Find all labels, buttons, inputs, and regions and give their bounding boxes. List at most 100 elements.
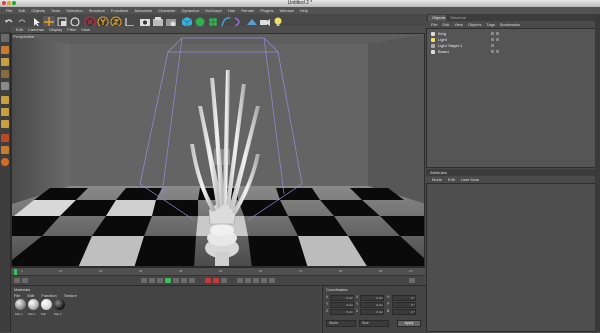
scale-key-icon[interactable] — [245, 278, 251, 283]
prev-key-icon[interactable] — [149, 278, 155, 283]
menu-hair[interactable]: Hair — [228, 7, 235, 14]
rotation-h-field[interactable]: 0 ° — [392, 295, 416, 301]
3d-viewport[interactable] — [11, 33, 425, 267]
go-to-start-icon[interactable] — [141, 278, 147, 283]
material-swatch[interactable] — [41, 299, 52, 310]
material-swatch[interactable] — [15, 299, 26, 310]
material-tag-icon[interactable] — [496, 50, 499, 53]
soft-selection-icon[interactable] — [1, 158, 9, 166]
attribute-menu-edit[interactable]: Edit — [448, 176, 455, 183]
viewport-menu-view[interactable]: View — [81, 26, 90, 33]
size-mode-select[interactable]: Size — [359, 320, 389, 327]
menu-window[interactable]: Window — [280, 7, 294, 14]
target-tag-icon[interactable] — [496, 38, 499, 41]
menu-render[interactable]: Render — [241, 7, 254, 14]
menu-structure[interactable]: Structure — [89, 7, 105, 14]
object-menu-bookmarks[interactable]: Bookmarks — [500, 21, 520, 28]
position-key-icon[interactable] — [237, 278, 243, 283]
object-mode-icon[interactable] — [1, 58, 9, 66]
viewport-menu: Edit Cameras Display Filter View — [11, 26, 425, 33]
visibility-dot-icon[interactable] — [491, 32, 494, 35]
edges-mode-icon[interactable] — [1, 108, 9, 116]
material-menu-edit[interactable]: Edit — [27, 293, 34, 298]
rotation-label: B — [387, 309, 390, 313]
material-manager: Materials File Edit Function Texture Mat.2 … — [11, 285, 321, 333]
timeline-settings-icon[interactable] — [409, 278, 415, 283]
prev-frame-icon[interactable] — [157, 278, 163, 283]
polygons-mode-icon[interactable] — [1, 120, 9, 128]
object-menu-objects[interactable]: Objects — [468, 21, 482, 28]
rotation-b-field[interactable]: 0 ° — [392, 309, 416, 315]
timeline-tick: 0 — [21, 269, 23, 273]
object-row-board[interactable]: Board — [429, 49, 597, 55]
menu-objects[interactable]: Objects — [31, 7, 45, 14]
menu-dynamics[interactable]: Dynamics — [182, 7, 200, 14]
menu-mograph[interactable]: MoGraph — [205, 7, 222, 14]
viewport-menu-display[interactable]: Display — [49, 26, 62, 33]
attribute-manager-menu: Mode Edit User Data — [426, 176, 600, 183]
frame-field[interactable] — [14, 278, 20, 283]
next-frame-icon[interactable] — [173, 278, 179, 283]
coord-row-z: Z 0 cm Z 0 cm B 0 ° — [326, 309, 424, 315]
frame-start-field[interactable] — [22, 278, 28, 283]
rotation-key-icon[interactable] — [253, 278, 259, 283]
next-key-icon[interactable] — [181, 278, 187, 283]
material-menu-texture[interactable]: Texture — [64, 293, 77, 298]
object-menu-file[interactable]: File — [431, 21, 437, 28]
menu-functions[interactable]: Functions — [111, 7, 128, 14]
model-mode-icon[interactable] — [1, 46, 9, 54]
visibility-dot-icon[interactable] — [491, 44, 494, 47]
rotation-p-field[interactable]: 0 ° — [392, 302, 416, 308]
size-x-field[interactable]: 0 cm — [360, 295, 384, 301]
menu-file[interactable]: File — [6, 7, 12, 14]
object-menu-view[interactable]: View — [454, 21, 463, 28]
coord-axis-label: Z — [356, 309, 359, 313]
coordinate-mode-select[interactable]: World — [326, 320, 356, 327]
menu-help[interactable]: Help — [300, 7, 308, 14]
transport-bar — [11, 275, 425, 285]
object-menu-edit[interactable]: Edit — [442, 21, 449, 28]
menu-plugins[interactable]: Plugins — [260, 7, 273, 14]
parameter-key-icon[interactable] — [261, 278, 267, 283]
coord-axis-label: Y — [356, 302, 359, 306]
position-z-field[interactable]: 0 cm — [330, 309, 354, 315]
object-menu-tags[interactable]: Tags — [487, 21, 495, 28]
viewport-menu-edit[interactable]: Edit — [16, 26, 23, 33]
go-to-end-icon[interactable] — [189, 278, 195, 283]
point-level-key-icon[interactable] — [269, 278, 275, 283]
snap-icon[interactable] — [1, 134, 9, 142]
texture-mode-icon[interactable] — [1, 70, 9, 78]
visibility-dot-icon[interactable] — [491, 50, 494, 53]
menu-tools[interactable]: Tools — [51, 7, 60, 14]
material-tag-icon[interactable] — [496, 32, 499, 35]
menu-selection[interactable]: Selection — [66, 7, 82, 14]
menu-character[interactable]: Character — [158, 7, 176, 14]
keyframe-selection-icon[interactable] — [221, 278, 227, 283]
visibility-dot-icon[interactable] — [491, 38, 494, 41]
apply-button[interactable]: Apply — [397, 320, 421, 327]
size-z-field[interactable]: 0 cm — [360, 309, 384, 315]
position-y-field[interactable]: 0 cm — [330, 302, 354, 308]
menu-animation[interactable]: Animation — [134, 7, 152, 14]
menu-edit[interactable]: Edit — [18, 7, 25, 14]
material-menu-function[interactable]: Function — [41, 293, 56, 298]
title-bar: Untitled 2 * — [0, 0, 600, 7]
record-icon[interactable] — [205, 278, 211, 283]
points-mode-icon[interactable] — [1, 96, 9, 104]
workplane-icon[interactable] — [1, 82, 9, 90]
play-icon[interactable] — [165, 278, 171, 283]
viewport-menu-cameras[interactable]: Cameras — [28, 26, 44, 33]
material-swatch[interactable] — [54, 299, 65, 310]
make-editable-icon[interactable] — [1, 34, 9, 42]
material-swatch[interactable] — [28, 299, 39, 310]
lock-icon[interactable] — [1, 146, 9, 154]
material-label: Mat.2 — [15, 312, 23, 316]
material-label: Mat.3 — [54, 312, 62, 316]
autokey-icon[interactable] — [213, 278, 219, 283]
viewport-menu-filter[interactable]: Filter — [67, 26, 76, 33]
material-menu-file[interactable]: File — [14, 293, 20, 298]
attribute-menu-user-data[interactable]: User Data — [461, 176, 479, 183]
size-y-field[interactable]: 0 cm — [360, 302, 384, 308]
position-x-field[interactable]: 0 cm — [330, 295, 354, 301]
attribute-menu-mode[interactable]: Mode — [432, 176, 442, 183]
